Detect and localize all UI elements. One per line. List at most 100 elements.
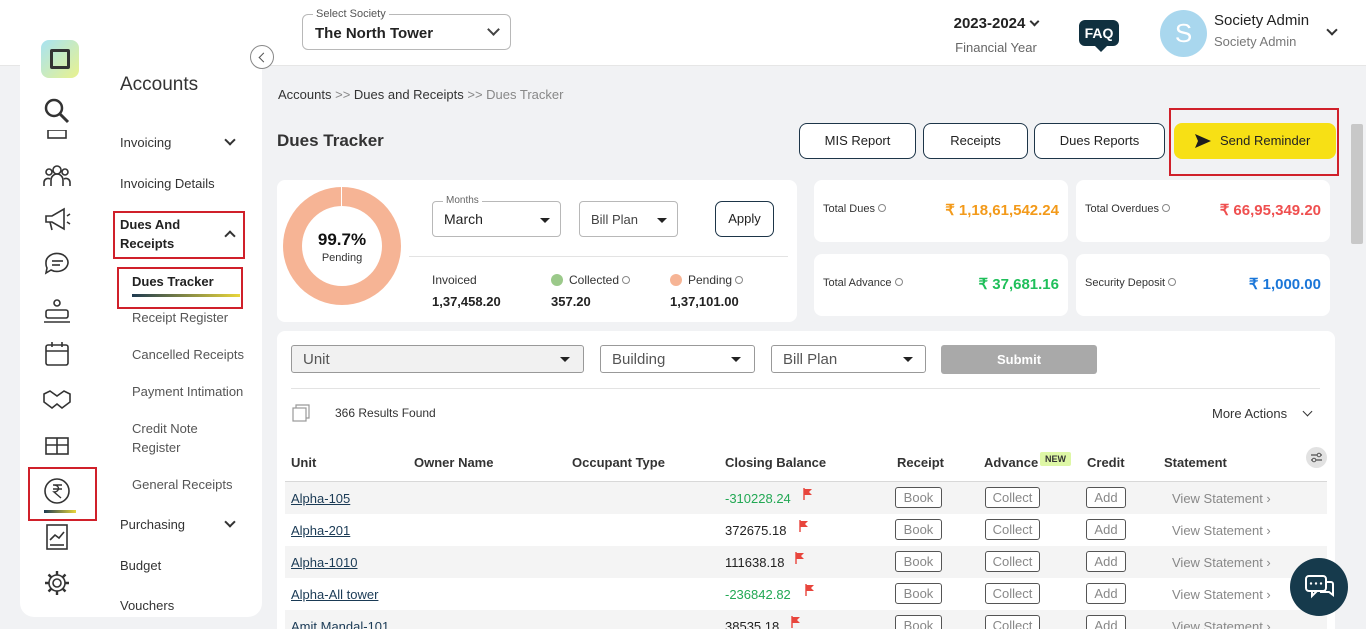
receipts-button[interactable]: Receipts	[923, 123, 1028, 159]
sidebar-item-budget[interactable]: Budget	[120, 558, 161, 573]
info-icon[interactable]	[1168, 278, 1177, 286]
select-all-icon[interactable]	[292, 404, 310, 422]
total-advance-value: ₹ 37,681.16	[978, 276, 1059, 293]
flag-icon[interactable]	[791, 616, 801, 628]
society-select-value: The North Tower	[315, 25, 434, 42]
app-logo[interactable]	[41, 40, 79, 78]
book-receipt-button[interactable]: Book	[895, 615, 942, 629]
column-header-owner-name[interactable]: Owner Name	[414, 455, 493, 470]
add-credit-button[interactable]: Add	[1086, 519, 1126, 540]
sidebar-subitem-payment-intimation[interactable]: Payment Intimation	[132, 382, 243, 401]
facility-icon[interactable]	[42, 296, 76, 330]
collect-advance-button[interactable]: Collect	[985, 519, 1040, 540]
building-filter-select[interactable]: Building	[600, 345, 755, 373]
bill-plan-filter-select[interactable]: Bill Plan	[771, 345, 926, 373]
unit-link[interactable]: Alpha-1010	[291, 555, 358, 570]
book-receipt-button[interactable]: Book	[895, 583, 942, 604]
months-select[interactable]: Months March	[432, 195, 561, 237]
book-receipt-button[interactable]: Book	[895, 487, 942, 508]
add-credit-button[interactable]: Add	[1086, 487, 1126, 508]
collapse-sidebar-button[interactable]	[250, 45, 274, 69]
closing-balance-value: 38535.18	[725, 619, 780, 629]
view-statement-link[interactable]: View Statement ›	[1172, 619, 1271, 629]
column-header-occupant-type[interactable]: Occupant Type	[572, 455, 665, 470]
sidebar-subitem-credit-note-register[interactable]: Credit Note Register	[132, 419, 222, 457]
amenities-icon[interactable]	[42, 430, 76, 464]
chat-support-button[interactable]	[1290, 558, 1348, 616]
sidebar-item-purchasing[interactable]: Purchasing	[120, 517, 185, 532]
breadcrumb-dues-and-receipts[interactable]: Dues and Receipts	[354, 87, 464, 102]
unit-link[interactable]: Alpha-All tower	[291, 587, 378, 602]
book-receipt-button[interactable]: Book	[895, 551, 942, 572]
dues-reports-button[interactable]: Dues Reports	[1034, 123, 1165, 159]
unit-filter-select[interactable]: Unit	[291, 345, 584, 373]
submit-button[interactable]: Submit	[941, 345, 1097, 374]
sidebar-item-invoicing-details[interactable]: Invoicing Details	[120, 176, 215, 191]
info-icon[interactable]	[1161, 204, 1170, 212]
sidebar-subitem-receipt-register[interactable]: Receipt Register	[132, 308, 228, 327]
sidebar-title: Accounts	[120, 74, 199, 95]
collect-advance-button[interactable]: Collect	[985, 551, 1040, 572]
months-select-value: March	[444, 211, 483, 227]
megaphone-icon[interactable]	[42, 204, 76, 238]
faq-button[interactable]: FAQ	[1079, 20, 1119, 52]
collect-advance-button[interactable]: Collect	[985, 583, 1040, 604]
flag-icon[interactable]	[799, 520, 809, 532]
view-statement-link[interactable]: View Statement ›	[1172, 587, 1271, 602]
sidebar-subitem-dues-tracker[interactable]: Dues Tracker	[132, 274, 214, 289]
collect-advance-button[interactable]: Collect	[985, 615, 1040, 629]
sidebar-item-vouchers[interactable]: Vouchers	[120, 598, 174, 613]
collect-advance-button[interactable]: Collect	[985, 487, 1040, 508]
report-chart-icon[interactable]	[42, 522, 76, 556]
column-header-unit[interactable]: Unit	[291, 455, 316, 470]
column-header-closing-balance[interactable]: Closing Balance	[725, 455, 826, 470]
flag-icon[interactable]	[805, 584, 815, 596]
sidebar-subitem-general-receipts[interactable]: General Receipts	[132, 475, 232, 494]
filter-divider	[291, 388, 1320, 389]
sidebar-item-dues-and-receipts[interactable]: Dues And Receipts	[120, 215, 210, 253]
add-credit-button[interactable]: Add	[1086, 615, 1126, 629]
view-statement-link[interactable]: View Statement ›	[1172, 555, 1271, 570]
flag-icon[interactable]	[803, 488, 813, 500]
unit-link[interactable]: Amit Mandal-101	[291, 619, 389, 629]
column-settings-icon[interactable]	[1306, 447, 1327, 468]
society-select[interactable]: Select Society The North Tower	[302, 8, 511, 50]
members-icon[interactable]	[42, 161, 76, 195]
send-reminder-button[interactable]: Send Reminder	[1174, 123, 1336, 159]
handshake-icon[interactable]	[42, 384, 76, 418]
sidebar-item-invoicing[interactable]: Invoicing	[120, 135, 171, 150]
bill-plan-select-value: Bill Plan	[591, 212, 638, 227]
bill-plan-select[interactable]: Bill Plan	[579, 201, 678, 237]
add-credit-button[interactable]: Add	[1086, 551, 1126, 572]
mis-report-button[interactable]: MIS Report	[799, 123, 916, 159]
info-icon[interactable]	[894, 278, 903, 286]
search-icon[interactable]	[42, 96, 76, 130]
page-scrollbar[interactable]	[1351, 124, 1363, 244]
calendar-icon[interactable]	[42, 339, 76, 373]
column-header-statement[interactable]: Statement	[1164, 455, 1227, 470]
avatar[interactable]: S	[1160, 10, 1207, 57]
view-statement-link[interactable]: View Statement ›	[1172, 523, 1271, 538]
book-receipt-button[interactable]: Book	[895, 519, 942, 540]
column-header-receipt[interactable]: Receipt	[897, 455, 944, 470]
more-actions-button[interactable]: More Actions	[1212, 406, 1287, 421]
view-statement-link[interactable]: View Statement ›	[1172, 491, 1271, 506]
breadcrumb-accounts[interactable]: Accounts	[278, 87, 331, 102]
column-header-advance[interactable]: Advance	[984, 455, 1038, 470]
flag-icon[interactable]	[795, 552, 805, 564]
gear-icon[interactable]	[42, 568, 76, 602]
chat-icon[interactable]	[42, 249, 76, 283]
building-icon[interactable]	[42, 130, 76, 144]
sidebar-subitem-cancelled-receipts[interactable]: Cancelled Receipts	[132, 345, 244, 364]
info-icon[interactable]	[877, 204, 886, 212]
user-menu-chevron-icon[interactable]	[1326, 24, 1338, 36]
security-deposit-label: Security Deposit	[1085, 277, 1177, 289]
unit-link[interactable]: Alpha-105	[291, 491, 350, 506]
info-icon[interactable]	[622, 276, 631, 284]
add-credit-button[interactable]: Add	[1086, 583, 1126, 604]
apply-button[interactable]: Apply	[715, 201, 774, 237]
info-icon[interactable]	[735, 276, 744, 284]
unit-link[interactable]: Alpha-201	[291, 523, 350, 538]
financial-year-selector[interactable]: 2023-2024 Financial Year	[946, 15, 1046, 55]
column-header-credit[interactable]: Credit	[1087, 455, 1125, 470]
